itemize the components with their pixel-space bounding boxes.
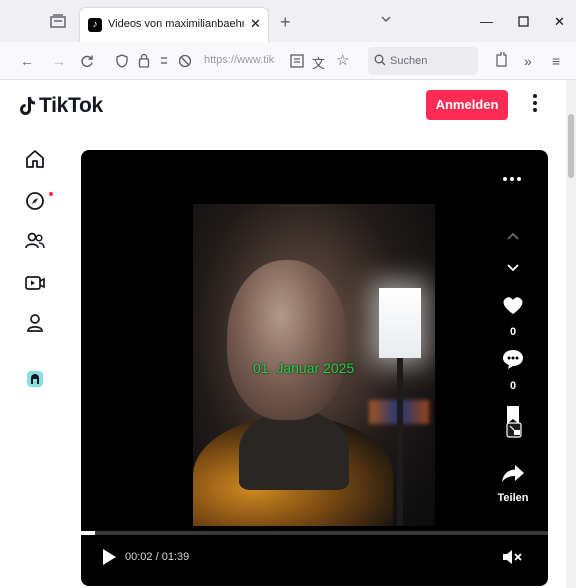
tiktok-note-icon <box>20 97 35 115</box>
back-icon[interactable]: ← <box>20 53 34 69</box>
next-video-chevron-icon[interactable] <box>505 262 521 274</box>
url-text[interactable]: https://www.tik <box>204 54 274 66</box>
tiktok-logo[interactable]: TikTok <box>20 94 103 118</box>
tab-list-icon[interactable] <box>50 14 66 28</box>
forward-icon[interactable]: → <box>52 53 66 69</box>
street-lamp <box>379 288 421 358</box>
share-arrow-icon[interactable] <box>499 462 527 484</box>
following-icon[interactable] <box>24 230 46 252</box>
video-progress-fill <box>81 531 95 535</box>
maximize-icon[interactable] <box>518 16 529 27</box>
profile-icon[interactable] <box>24 312 46 334</box>
browser-nav-bar: ← → https://www.tik 文 ☆ Suchen » ≡ <box>0 42 576 80</box>
shield-icon[interactable] <box>116 54 128 68</box>
reader-view-icon[interactable] <box>290 54 304 68</box>
page-scrollbar[interactable] <box>566 80 576 588</box>
tab-close-icon[interactable]: ✕ <box>250 16 261 32</box>
more-options-icon[interactable] <box>528 94 542 116</box>
tracking-blocked-icon[interactable] <box>178 54 192 68</box>
reload-icon[interactable] <box>80 54 94 68</box>
browser-tab-active[interactable]: ♪ Videos von maximilianbaehring ✕ <box>80 8 268 42</box>
muted-speaker-icon[interactable] <box>501 548 523 566</box>
minimize-icon[interactable]: — <box>480 14 493 29</box>
video-player[interactable]: 01. Januar 2025 0 0 0 Teilen 00:02 / 01:… <box>81 150 548 586</box>
tiktok-favicon-icon: ♪ <box>88 18 102 32</box>
video-date-overlay: 01. Januar 2025 <box>253 360 355 376</box>
lamp-pole <box>397 358 403 526</box>
video-progress-bar[interactable] <box>81 531 548 535</box>
search-placeholder: Suchen <box>390 55 428 67</box>
tiktok-wordmark: TikTok <box>39 94 103 117</box>
tab-title: Videos von maximilianbaehring <box>108 18 244 30</box>
like-count: 0 <box>509 326 517 338</box>
scrollbar-thumb[interactable] <box>568 114 574 178</box>
person-hood <box>239 410 349 490</box>
chevron-down-icon[interactable] <box>380 14 392 24</box>
explore-compass-icon[interactable] <box>24 190 46 212</box>
bookmark-star-icon[interactable]: ☆ <box>336 51 349 69</box>
window-close-icon[interactable]: ✕ <box>554 14 565 30</box>
picture-in-picture-icon[interactable] <box>506 422 522 438</box>
previous-video-chevron-icon[interactable] <box>505 230 521 242</box>
permissions-icon[interactable] <box>160 55 176 67</box>
login-button[interactable]: Anmelden <box>426 90 508 120</box>
overflow-chevrons-icon[interactable]: » <box>524 53 532 69</box>
live-icon[interactable] <box>24 272 46 294</box>
video-time-display: 00:02 / 01:39 <box>125 551 190 563</box>
get-app-icon[interactable] <box>24 368 46 390</box>
extensions-icon[interactable] <box>494 52 508 68</box>
tiktok-header: TikTok Anmelden <box>0 80 566 130</box>
comment-count: 0 <box>509 380 517 392</box>
like-heart-icon[interactable] <box>499 294 527 316</box>
search-icon <box>374 54 386 66</box>
app-menu-icon[interactable]: ≡ <box>552 53 560 69</box>
person-head <box>227 260 347 420</box>
player-more-icon[interactable] <box>503 168 527 181</box>
url-bar[interactable]: https://www.tik 文 ☆ <box>108 47 358 75</box>
explore-notification-dot <box>49 192 53 196</box>
search-input[interactable]: Suchen <box>368 47 478 75</box>
browser-tab-bar: ♪ Videos von maximilianbaehring ✕ + — ✕ <box>0 0 576 42</box>
home-icon[interactable] <box>24 148 46 170</box>
comment-icon[interactable] <box>499 348 527 370</box>
share-label[interactable]: Teilen <box>491 492 535 504</box>
new-tab-icon[interactable]: + <box>280 12 291 33</box>
play-icon[interactable] <box>101 548 117 566</box>
video-frame[interactable]: 01. Januar 2025 <box>193 204 435 526</box>
translate-icon[interactable]: 文 <box>312 53 325 72</box>
lock-icon[interactable] <box>138 53 150 68</box>
